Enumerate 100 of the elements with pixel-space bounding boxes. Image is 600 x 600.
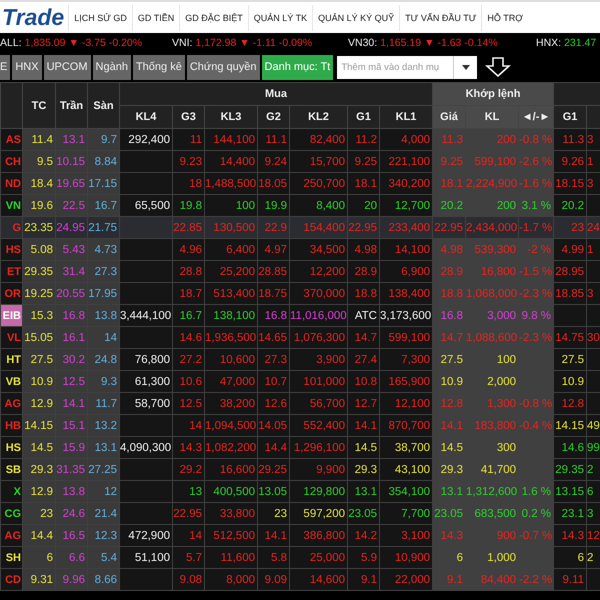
table-cell: 130,500 <box>204 216 258 238</box>
table-cell: 10.8 <box>348 370 380 392</box>
table-cell: 100 <box>204 194 258 216</box>
menu-item[interactable]: LỊCH SỬ GD <box>68 4 132 30</box>
table-cell: 29.3 <box>348 458 380 480</box>
column-header: Trần <box>56 82 88 128</box>
table-cell: 14.3 <box>172 436 204 458</box>
table-cell: 27.2 <box>172 348 204 370</box>
dropdown-button[interactable] <box>453 56 478 78</box>
tab[interactable]: Danh mục: Tt <box>262 54 334 80</box>
table-cell: 9.11 <box>554 568 587 590</box>
table-cell: 221,100 <box>380 150 433 172</box>
table-cell: 13.1 <box>88 436 120 458</box>
table-cell: 14 <box>172 524 204 546</box>
table-cell: 9.31 <box>22 568 56 590</box>
table-cell: 2,434,000 <box>466 216 519 238</box>
table-cell: 18.1 <box>432 172 466 194</box>
menu-item[interactable]: HỖ TRỢ <box>481 4 528 30</box>
table-cell: 9.25 <box>348 150 380 172</box>
table-cell: 6.6 <box>56 546 88 568</box>
table-cell: 58,700 <box>120 392 172 414</box>
table-cell: 33,800 <box>204 502 258 524</box>
menu-item[interactable]: TƯ VẤN ĐẦU TƯ <box>399 4 482 30</box>
tab[interactable]: UPCOM <box>44 54 91 80</box>
table-cell: 9.26 <box>554 150 587 172</box>
table-cell: 1,082,200 <box>204 436 258 458</box>
table-cell: 16.1 <box>56 326 88 348</box>
down-arrow-icon[interactable] <box>485 57 512 77</box>
table-cell: 21.4 <box>88 502 120 524</box>
tab[interactable]: Ngành <box>92 54 131 80</box>
table-cell: 10.9 <box>554 370 587 392</box>
table-cell: 340,200 <box>380 172 433 194</box>
index-percent: -0.09% <box>278 37 312 49</box>
tab[interactable]: E <box>0 54 10 80</box>
table-cell: 24.8 <box>88 348 120 370</box>
table-cell: 100 <box>466 348 519 370</box>
table-cell: 129,800 <box>290 480 348 502</box>
table-cell: 19.65 <box>56 172 88 194</box>
table-cell: 101,000 <box>290 370 348 392</box>
table-cell: 597,200 <box>290 502 348 524</box>
table-cell: 138,100 <box>204 304 258 326</box>
table-cell: 4.96 <box>172 238 204 260</box>
table-cell: 14.15 <box>554 414 587 436</box>
table-cell: 154,400 <box>290 216 348 238</box>
table-cell: 12.8 <box>554 392 587 414</box>
table-cell: 29.3 <box>22 458 56 480</box>
table-cell: 386,800 <box>290 524 348 546</box>
table-cell: 3,100 <box>380 524 433 546</box>
logo[interactable]: Trade <box>0 4 68 31</box>
tab[interactable]: Thống kê <box>132 54 185 80</box>
table-cell: 16.8 <box>56 304 88 326</box>
table-cell: 27.5 <box>22 348 56 370</box>
table-cell: 22.95 <box>348 216 380 238</box>
table-cell: 14.6 <box>172 326 204 348</box>
table-cell: 14.7 <box>432 326 466 348</box>
table-cell: 14.1 <box>432 414 466 436</box>
table-cell: 22.95 <box>172 502 204 524</box>
table-cell: 22.9 <box>258 216 290 238</box>
table-cell: 12.9 <box>22 480 56 502</box>
table-cell: 14.4 <box>258 436 290 458</box>
menu-item[interactable]: GD TIỀN <box>132 4 180 30</box>
menu-item[interactable]: QUẢN LÝ KÝ QUỸ <box>312 4 400 30</box>
table-cell: 354,100 <box>380 480 433 502</box>
table-cell: 14.7 <box>348 326 380 348</box>
table-cell: 29.35 <box>554 458 587 480</box>
table-cell: 14.3 <box>554 524 587 546</box>
table-cell: 28.95 <box>554 260 587 282</box>
index-percent: -0.14% <box>464 37 498 49</box>
table-cell: 539,300 <box>466 238 519 260</box>
table-cell: 22,000 <box>380 568 433 590</box>
table-cell: 11,600 <box>204 546 258 568</box>
column-header: KL4 <box>120 106 172 128</box>
tab[interactable]: Chứng quyền <box>186 54 260 80</box>
table-cell: 19.8 <box>172 194 204 216</box>
search-field[interactable]: Thêm mã vào danh mụ <box>337 56 454 78</box>
table-cell: 41,700 <box>466 458 519 480</box>
column-header: Giá <box>432 106 466 128</box>
table-cell: 3.1 % <box>518 194 554 216</box>
menu-item[interactable]: QUẢN LÝ TK <box>248 4 312 30</box>
column-header: TC <box>22 82 56 128</box>
table-cell: 14.15 <box>22 414 56 436</box>
table-cell: 27.3 <box>88 260 120 282</box>
table-cell: 5.43 <box>56 238 88 260</box>
table-cell: 82,400 <box>290 128 348 150</box>
table-cell: 29.3 <box>432 458 466 480</box>
menu-item[interactable]: GD ĐẶC BIỆT <box>179 4 248 30</box>
column-header: KL3 <box>204 106 258 128</box>
table-cell: 14,100 <box>380 238 433 260</box>
table-cell: 1,088,600 <box>466 326 519 348</box>
table-cell: 13.8 <box>88 304 120 326</box>
table-cell: 13.2 <box>88 414 120 436</box>
tab[interactable]: HNX <box>12 54 42 80</box>
table-cell: 16,600 <box>204 458 258 480</box>
table-cell: 11,016,000 <box>290 304 348 326</box>
column-header: KL <box>466 106 519 128</box>
table-cell: 9.23 <box>172 150 204 172</box>
table-cell: 16.8 <box>258 304 290 326</box>
table-cell: 14.3 <box>432 524 466 546</box>
stock-symbol[interactable]: EIB <box>2 308 22 322</box>
table-cell: 18.15 <box>554 172 587 194</box>
